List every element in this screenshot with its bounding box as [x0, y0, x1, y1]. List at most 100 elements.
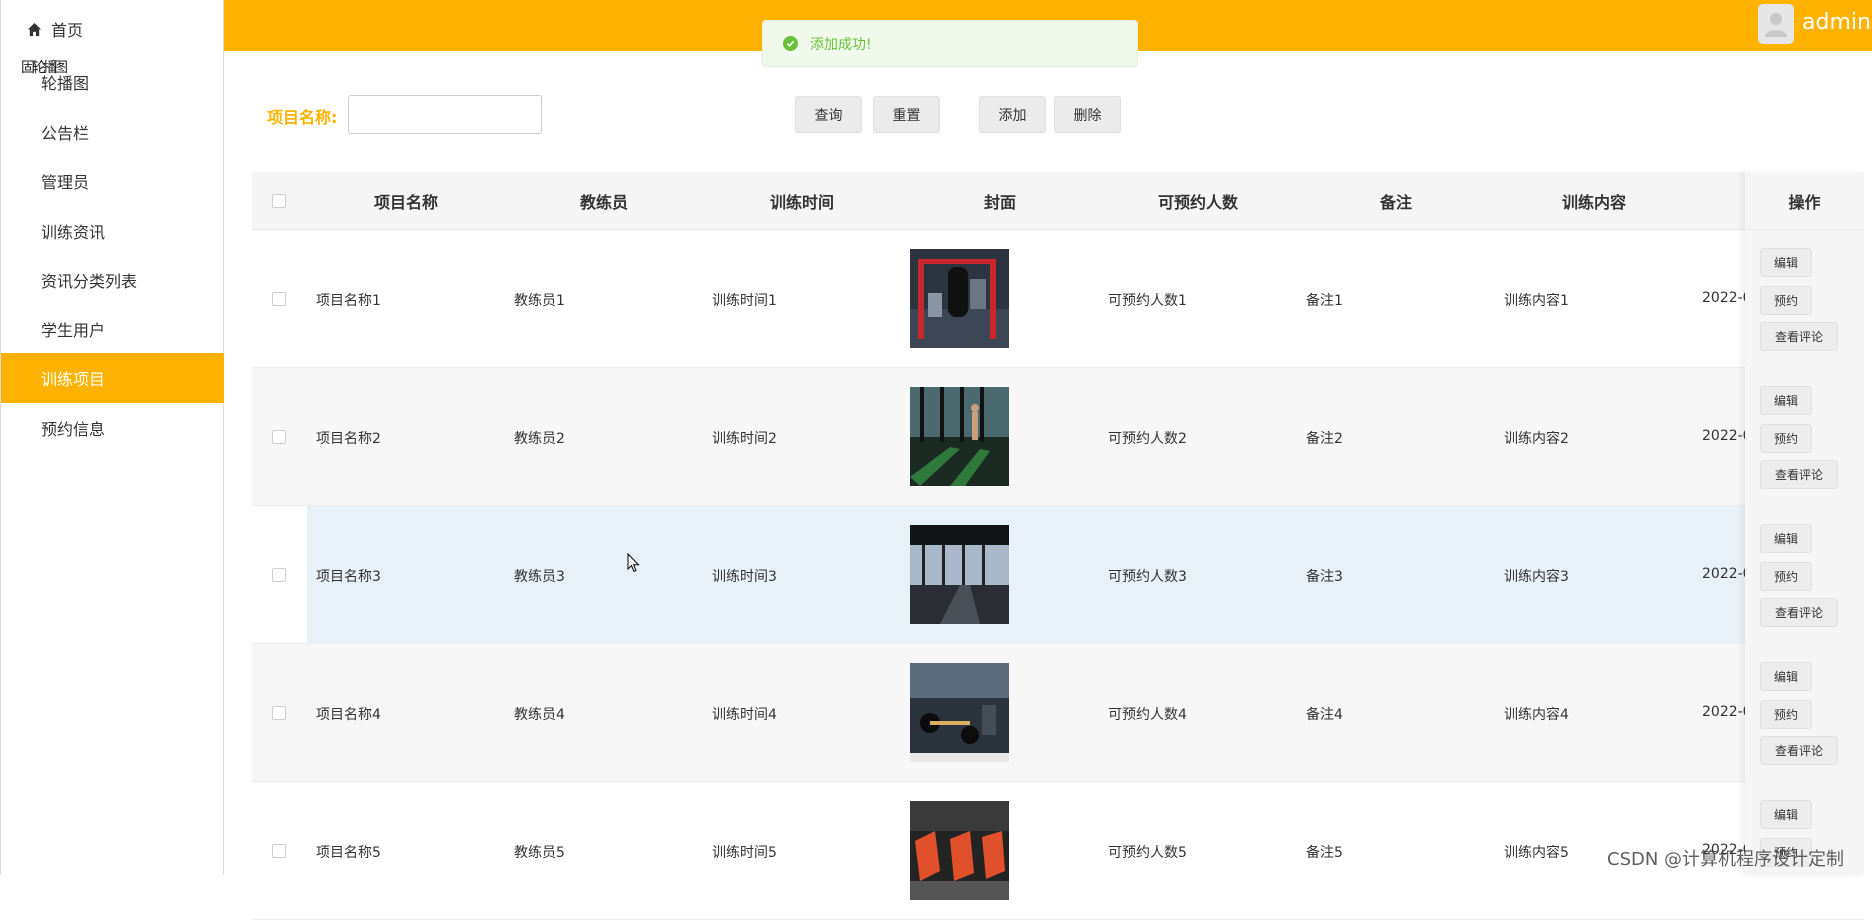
cell-name: 项目名称4: [316, 707, 381, 723]
success-check-icon: [783, 36, 798, 51]
select-all-checkbox[interactable]: [272, 194, 286, 208]
sidebar-item-label: 轮播图: [41, 74, 90, 93]
username[interactable]: admin: [1802, 10, 1871, 35]
cell-capacity: 可预约人数1: [1108, 293, 1187, 309]
sidebar-item-label: 公告栏: [41, 124, 90, 143]
book-button[interactable]: 预约: [1760, 700, 1812, 729]
cell-content: 训练内容5: [1504, 845, 1569, 861]
book-button[interactable]: 预约: [1760, 286, 1812, 315]
home-icon: [25, 20, 43, 38]
cell-time: 训练时间2: [712, 431, 777, 447]
view-comments-button[interactable]: 查看评论: [1760, 460, 1838, 489]
sidebar-item-label: 学生用户: [41, 321, 106, 340]
reset-button[interactable]: 重置: [873, 96, 940, 133]
user-icon: [1765, 13, 1787, 37]
cell-time: 训练时间5: [712, 845, 777, 861]
cell-capacity: 可预约人数3: [1108, 569, 1187, 585]
watermark: CSDN @计算机程序设计定制: [1607, 849, 1845, 870]
sidebar-item-training-projects[interactable]: 训练项目: [1, 353, 224, 403]
row-checkbox[interactable]: [272, 292, 286, 306]
project-name-input[interactable]: [348, 95, 542, 134]
edit-button[interactable]: 编辑: [1760, 800, 1812, 829]
cell-note: 备注5: [1306, 845, 1343, 861]
cell-content: 训练内容3: [1504, 569, 1569, 585]
row-checkbox[interactable]: [272, 706, 286, 720]
sidebar-item-notice[interactable]: 公告栏: [1, 107, 224, 157]
cover-image-gym-hall: [910, 525, 1009, 624]
cell-coach: 教练员5: [514, 845, 565, 861]
row-checkbox[interactable]: [272, 844, 286, 858]
view-comments-button[interactable]: 查看评论: [1760, 598, 1838, 627]
table-row[interactable]: 项目名称2 教练员2 训练时间2 可预约人数2 备注2 训练内容2 2022-0: [252, 368, 1864, 506]
row-checkbox[interactable]: [272, 430, 286, 444]
avatar[interactable]: [1758, 4, 1794, 44]
cover-image-boxing: [910, 249, 1009, 348]
cell-name: 项目名称1: [316, 293, 381, 309]
cell-note: 备注3: [1306, 569, 1343, 585]
row-checkbox[interactable]: [272, 568, 286, 582]
mouse-cursor-icon: [627, 552, 641, 577]
cell-content: 训练内容4: [1504, 707, 1569, 723]
cover-image-treadmills: [910, 387, 1009, 486]
cell-coach: 教练员4: [514, 707, 565, 723]
toast-message: 添加成功!: [810, 36, 872, 53]
cell-content: 训练内容1: [1504, 293, 1569, 309]
sidebar-item-label: 训练资讯: [41, 223, 106, 242]
edit-button[interactable]: 编辑: [1760, 248, 1812, 277]
cell-note: 备注1: [1306, 293, 1343, 309]
sidebar-item-label: 首页: [51, 21, 84, 40]
book-button[interactable]: 预约: [1760, 424, 1812, 453]
sidebar-item-home[interactable]: 首页: [1, 4, 224, 54]
add-button[interactable]: 添加: [979, 96, 1046, 133]
cell-coach: 教练员2: [514, 431, 565, 447]
column-header-note: 备注: [1379, 193, 1412, 212]
table-header: 项目名称 教练员 训练时间 封面 可预约人数 备注 训练内容: [252, 172, 1864, 230]
cell-name: 项目名称3: [316, 569, 381, 585]
column-header-time: 训练时间: [769, 193, 834, 212]
cell-name: 项目名称5: [316, 845, 381, 861]
cell-time: 训练时间4: [712, 707, 777, 723]
sidebar-item-label: 训练项目: [41, 370, 106, 389]
cell-coach: 教练员1: [514, 293, 565, 309]
column-header-cover: 封面: [983, 193, 1016, 212]
sidebar-item-training-news[interactable]: 训练资讯: [1, 206, 224, 256]
table-row[interactable]: 项目名称4 教练员4 训练时间4 可预约人数4 备注4 训练内容4 2022-0: [252, 644, 1864, 782]
table-row[interactable]: 项目名称1 教练员1 训练时间1 可预约人数1 备注1 训练内容1 2022-0: [252, 230, 1864, 368]
cell-content: 训练内容2: [1504, 431, 1569, 447]
sidebar-item-carousel[interactable]: 轮播图: [1, 57, 224, 107]
search-label: 项目名称:: [267, 108, 338, 127]
cell-capacity: 可预约人数4: [1108, 707, 1187, 723]
query-button[interactable]: 查询: [795, 96, 862, 133]
success-toast: 添加成功!: [762, 20, 1138, 67]
cell-name: 项目名称2: [316, 431, 381, 447]
table-row[interactable]: 项目名称3 教练员3 训练时间3 可预约人数3 备注3 训练内容3 2022-0: [252, 506, 1864, 644]
view-comments-button[interactable]: 查看评论: [1760, 736, 1838, 765]
cell-coach: 教练员3: [514, 569, 565, 585]
cell-capacity: 可预约人数5: [1108, 845, 1187, 861]
edit-button[interactable]: 编辑: [1760, 662, 1812, 691]
sidebar-item-students[interactable]: 学生用户: [1, 304, 224, 354]
cell-note: 备注4: [1306, 707, 1343, 723]
edit-button[interactable]: 编辑: [1760, 386, 1812, 415]
column-header-capacity: 可预约人数: [1157, 193, 1238, 212]
cell-note: 备注2: [1306, 431, 1343, 447]
column-header-content: 训练内容: [1561, 193, 1626, 212]
cell-time: 训练时间1: [712, 293, 777, 309]
column-header-coach: 教练员: [579, 193, 628, 212]
delete-button[interactable]: 删除: [1054, 96, 1121, 133]
cover-image-cardio: [910, 801, 1009, 900]
sidebar: 首页 固轮播图 轮播图 公告栏 管理员 训练资讯 资讯分类列表 学生用户 训练项…: [0, 0, 224, 875]
book-button[interactable]: 预约: [1760, 562, 1812, 591]
column-header-operations: 操作: [1745, 172, 1864, 230]
column-header-name: 项目名称: [373, 193, 438, 212]
cell-time: 训练时间3: [712, 569, 777, 585]
sidebar-item-label: 预约信息: [41, 420, 106, 439]
edit-button[interactable]: 编辑: [1760, 524, 1812, 553]
sidebar-item-bookings[interactable]: 预约信息: [1, 403, 224, 453]
sidebar-item-label: 资讯分类列表: [41, 272, 138, 291]
cover-image-weights: [910, 663, 1009, 762]
view-comments-button[interactable]: 查看评论: [1760, 322, 1838, 351]
sidebar-item-admin[interactable]: 管理员: [1, 156, 224, 206]
cell-capacity: 可预约人数2: [1108, 431, 1187, 447]
sidebar-item-news-categories[interactable]: 资讯分类列表: [1, 255, 224, 305]
